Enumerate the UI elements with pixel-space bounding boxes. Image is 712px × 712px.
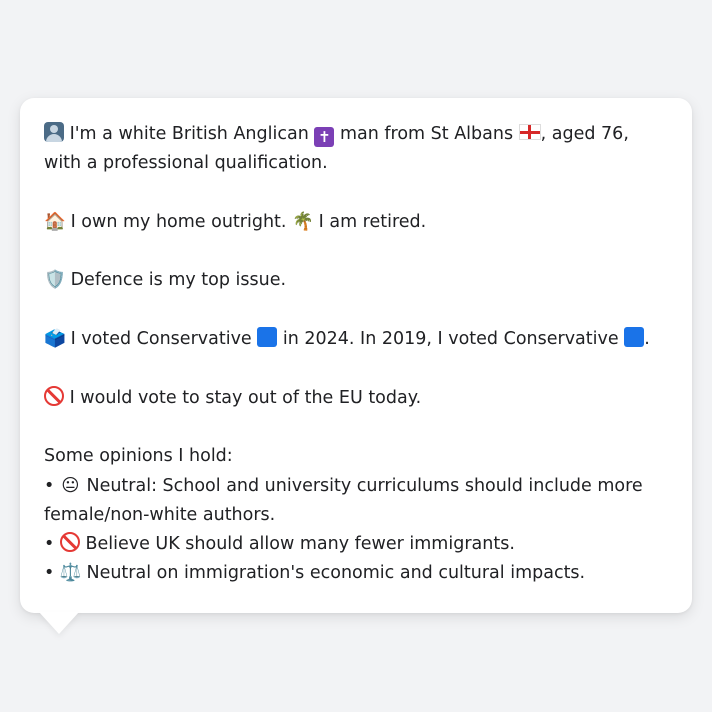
bullet: •: [44, 475, 55, 496]
top-issue-line: 🛡️ Defence is my top issue.: [44, 266, 668, 295]
eu-text: I would vote to stay out of the EU today…: [69, 387, 422, 408]
vote-text-c: .: [644, 329, 650, 350]
bullet: •: [44, 563, 55, 584]
identity-text-a: I'm a white British Anglican: [69, 124, 309, 144]
opinion-text: Believe UK should allow many fewer immig…: [85, 534, 515, 555]
england-flag-icon: [518, 124, 541, 140]
opinion-item: • Believe UK should allow many fewer imm…: [44, 530, 668, 559]
eu-line: I would vote to stay out of the EU today…: [44, 384, 668, 413]
identity-line: I'm a white British Anglican ✝ man from …: [44, 120, 668, 179]
bullet: •: [44, 534, 55, 555]
vote-text-a: I voted Conservative: [70, 329, 252, 350]
palm-tree-icon: 🌴: [292, 211, 314, 232]
vote-history-line: 🗳️ I voted Conservative in 2024. In 2019…: [44, 325, 668, 354]
balance-scale-icon: ⚖️: [59, 563, 82, 584]
no-entry-icon: [59, 532, 80, 553]
vote-text-b: in 2024. In 2019, I voted Conservative: [282, 329, 619, 350]
home-text: I own my home outright.: [70, 211, 287, 232]
shield-icon: 🛡️: [44, 270, 66, 291]
opinion-text: Neutral: School and university curriculu…: [44, 475, 643, 525]
speech-bubble-tail: [39, 612, 79, 634]
opinion-item: • ⚖️ Neutral on immigration's economic a…: [44, 559, 668, 588]
blue-square-icon: [624, 327, 645, 348]
latin-cross-icon: ✝: [314, 127, 335, 147]
neutral-face-icon: 😐: [61, 475, 80, 496]
no-entry-icon: [44, 385, 64, 406]
persona-speech-bubble: I'm a white British Anglican ✝ man from …: [20, 98, 692, 613]
blue-square-icon: [257, 327, 278, 348]
opinion-item: • 😐 Neutral: School and university curri…: [44, 472, 668, 531]
identity-text-b: man from St Albans: [339, 124, 514, 144]
opinion-text: Neutral on immigration's economic and cu…: [86, 563, 586, 584]
ballot-box-icon: 🗳️: [44, 329, 66, 350]
opinions-heading: Some opinions I hold:: [44, 446, 233, 467]
bust-in-silhouette-icon: [44, 122, 64, 142]
retired-text: I am retired.: [318, 211, 427, 232]
top-issue-text: Defence is my top issue.: [70, 270, 287, 291]
home-line: 🏠 I own my home outright. 🌴 I am retired…: [44, 208, 668, 237]
house-icon: 🏠: [44, 211, 66, 232]
